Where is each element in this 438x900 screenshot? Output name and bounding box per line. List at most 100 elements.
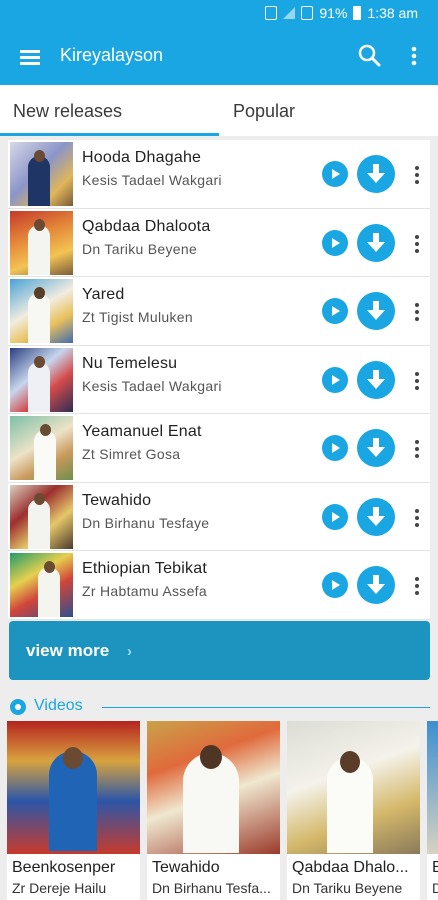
download-button[interactable] — [357, 360, 395, 399]
battery-percent: 91% — [319, 5, 348, 21]
play-button[interactable] — [322, 229, 348, 256]
view-more-button[interactable]: view more › — [9, 621, 430, 680]
video-carousel: Beenkosenper Zr Dereje Hailu Tewahido Dn… — [7, 721, 438, 900]
download-icon — [367, 369, 385, 389]
item-menu-button[interactable] — [411, 370, 423, 392]
app-bar: Kireyalayson — [0, 28, 438, 85]
song-thumbnail — [10, 210, 73, 275]
play-button[interactable] — [322, 572, 348, 598]
download-button[interactable] — [357, 566, 395, 604]
video-card[interactable]: Qabdaa Dhalo... Dn Tariku Beyene — [287, 721, 420, 900]
video-title: B — [432, 859, 438, 876]
video-title: Tewahido — [152, 859, 220, 876]
download-button[interactable] — [357, 292, 395, 330]
song-title: Yeamanuel Enat — [82, 423, 202, 440]
more-vert-icon — [411, 46, 417, 66]
battery-icon — [353, 6, 362, 20]
notification-icon — [265, 6, 278, 20]
song-title: Hooda Dhagahe — [82, 149, 202, 166]
song-row[interactable]: Yeamanuel Enat Zt Simret Gosa — [8, 414, 430, 483]
video-thumbnail — [287, 721, 420, 854]
download-button[interactable] — [357, 497, 395, 536]
song-artist: Zt Simret Gosa — [82, 446, 181, 462]
song-row[interactable]: Tewahido Dn Birhanu Tesfaye — [8, 482, 430, 551]
item-menu-button[interactable] — [411, 164, 423, 186]
song-artist: Dn Birhanu Tesfaye — [82, 514, 210, 531]
song-title: Ethiopian Tebikat — [82, 560, 207, 577]
tab-bar: New releases Popular — [0, 85, 438, 136]
download-button[interactable] — [357, 155, 395, 193]
item-menu-button[interactable] — [411, 301, 423, 323]
search-button[interactable] — [354, 40, 386, 72]
song-thumbnail — [10, 553, 73, 617]
item-menu-button[interactable] — [411, 575, 423, 597]
song-artist: Kesis Tadael Wakgari — [82, 172, 222, 188]
song-thumbnail — [10, 416, 73, 480]
videos-section-header: Videos — [10, 697, 430, 717]
song-title: Yared — [82, 286, 125, 303]
song-title: Qabdaa Dhaloota — [82, 217, 211, 235]
song-row[interactable]: Nu Temelesu Kesis Tadael Wakgari — [8, 345, 430, 414]
download-button[interactable] — [357, 429, 395, 467]
video-title: Qabdaa Dhalo... — [292, 859, 409, 876]
video-artist: Dn Tariku Beyene — [292, 880, 403, 896]
item-menu-button[interactable] — [411, 233, 423, 255]
video-artist: Dn Birhanu Tesfa... — [152, 880, 271, 896]
videos-label: Videos — [34, 697, 83, 714]
song-row[interactable]: Qabdaa Dhaloota Dn Tariku Beyene — [8, 208, 430, 277]
download-icon — [367, 301, 385, 320]
tab-new-releases[interactable]: New releases — [0, 85, 219, 136]
song-thumbnail — [10, 484, 73, 549]
play-button[interactable] — [322, 435, 348, 461]
menu-button[interactable] — [14, 42, 46, 72]
song-list: Hooda Dhagahe Kesis Tadael Wakgari Qabda… — [8, 140, 430, 620]
video-thumbnail — [147, 721, 280, 854]
download-icon — [367, 438, 385, 457]
video-thumbnail — [7, 721, 140, 854]
song-row[interactable]: Yared Zt Tigist Muluken — [8, 277, 430, 346]
video-artist: Zr Dereje Hailu — [12, 880, 107, 896]
tab-indicator — [0, 133, 219, 136]
view-more-label: view more — [26, 641, 110, 660]
video-thumbnail — [427, 721, 438, 854]
radio-dot-icon — [10, 699, 26, 715]
item-menu-button[interactable] — [411, 438, 423, 460]
download-icon — [367, 575, 385, 594]
play-button[interactable] — [322, 366, 348, 393]
download-icon — [367, 232, 385, 252]
video-card[interactable]: Beenkosenper Zr Dereje Hailu — [7, 721, 140, 900]
search-icon — [358, 44, 381, 67]
hamburger-icon — [20, 50, 40, 53]
song-title: Nu Temelesu — [82, 354, 178, 372]
play-button[interactable] — [322, 503, 348, 530]
download-icon — [367, 506, 385, 526]
song-title: Tewahido — [82, 491, 152, 509]
song-row[interactable]: Hooda Dhagahe Kesis Tadael Wakgari — [8, 140, 430, 209]
song-thumbnail — [10, 142, 73, 206]
data-icon — [301, 6, 314, 20]
song-artist: Zr Habtamu Assefa — [82, 583, 207, 599]
video-artist: D — [432, 880, 438, 896]
clock: 1:38 am — [367, 5, 418, 21]
tab-popular[interactable]: Popular — [219, 85, 438, 136]
song-artist: Zt Tigist Muluken — [82, 309, 193, 325]
overflow-menu-button[interactable] — [400, 40, 428, 72]
play-button[interactable] — [322, 298, 348, 324]
song-thumbnail — [10, 279, 73, 343]
play-button[interactable] — [322, 161, 348, 187]
song-artist: Dn Tariku Beyene — [82, 240, 198, 257]
video-card[interactable]: Tewahido Dn Birhanu Tesfa... — [147, 721, 280, 900]
song-thumbnail — [10, 347, 73, 412]
download-icon — [367, 164, 385, 183]
signal-icon — [283, 7, 296, 19]
chevron-right-icon: › — [127, 643, 132, 660]
item-menu-button[interactable] — [411, 507, 423, 529]
video-card[interactable]: B D — [427, 721, 438, 900]
song-row[interactable]: Ethiopian Tebikat Zr Habtamu Assefa — [8, 551, 430, 620]
song-artist: Kesis Tadael Wakgari — [82, 377, 222, 394]
download-button[interactable] — [357, 223, 395, 262]
divider — [102, 707, 430, 708]
status-bar: 91% 1:38 am — [0, 0, 438, 28]
video-title: Beenkosenper — [12, 859, 116, 876]
app-title: Kireyalayson — [60, 45, 164, 65]
